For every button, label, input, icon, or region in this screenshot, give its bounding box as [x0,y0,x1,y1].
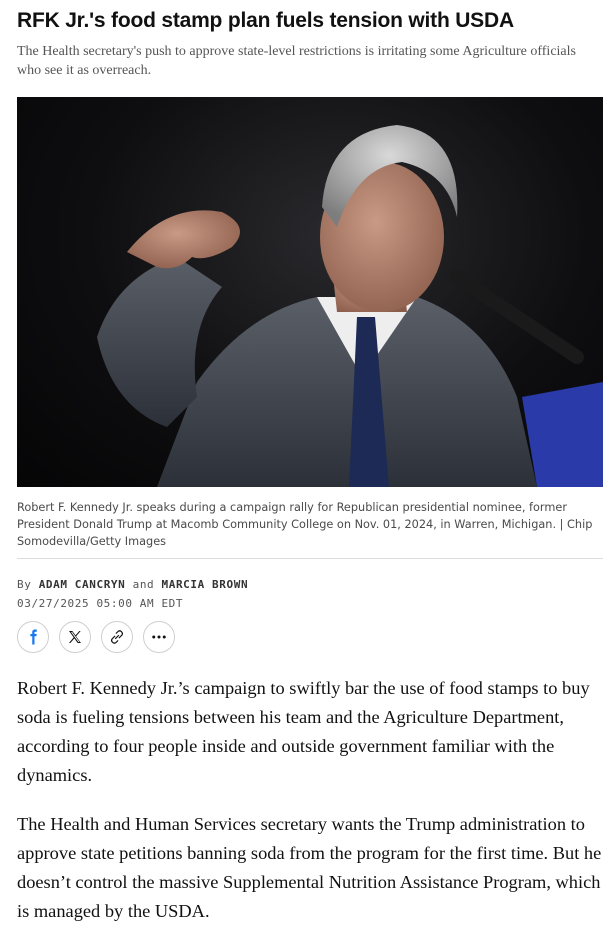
divider [17,558,603,559]
headline: RFK Jr.'s food stamp plan fuels tension … [17,9,514,32]
byline: By ADAM CANCRYN and MARCIA BROWN [17,578,248,591]
author-link-2[interactable]: MARCIA BROWN [162,578,249,591]
lead-photo [17,97,603,487]
article-body: Robert F. Kennedy Jr.’s campaign to swif… [17,674,603,946]
subheadline: The Health secretary's push to approve s… [17,44,576,78]
article: RFK Jr.'s food stamp plan fuels tension … [17,0,603,921]
x-icon [69,631,81,643]
speaker-illustration [97,125,603,487]
more-icon [152,635,166,639]
byline-conjunction: and [132,578,155,591]
link-icon [110,630,124,644]
publish-date: 03/27/2025 05:00 AM EDT [17,597,184,610]
share-bar [17,621,175,653]
paragraph-1: Robert F. Kennedy Jr.’s campaign to swif… [17,678,590,785]
facebook-icon [30,629,37,645]
paragraph-2: The Health and Human Services secretary … [17,814,602,921]
facebook-share-button[interactable] [17,621,49,653]
x-share-button[interactable] [59,621,91,653]
photo-caption: Robert F. Kennedy Jr. speaks during a ca… [17,501,593,548]
copy-link-button[interactable] [101,621,133,653]
byline-prefix: By [17,578,32,591]
more-share-button[interactable] [143,621,175,653]
author-link-1[interactable]: ADAM CANCRYN [39,578,126,591]
